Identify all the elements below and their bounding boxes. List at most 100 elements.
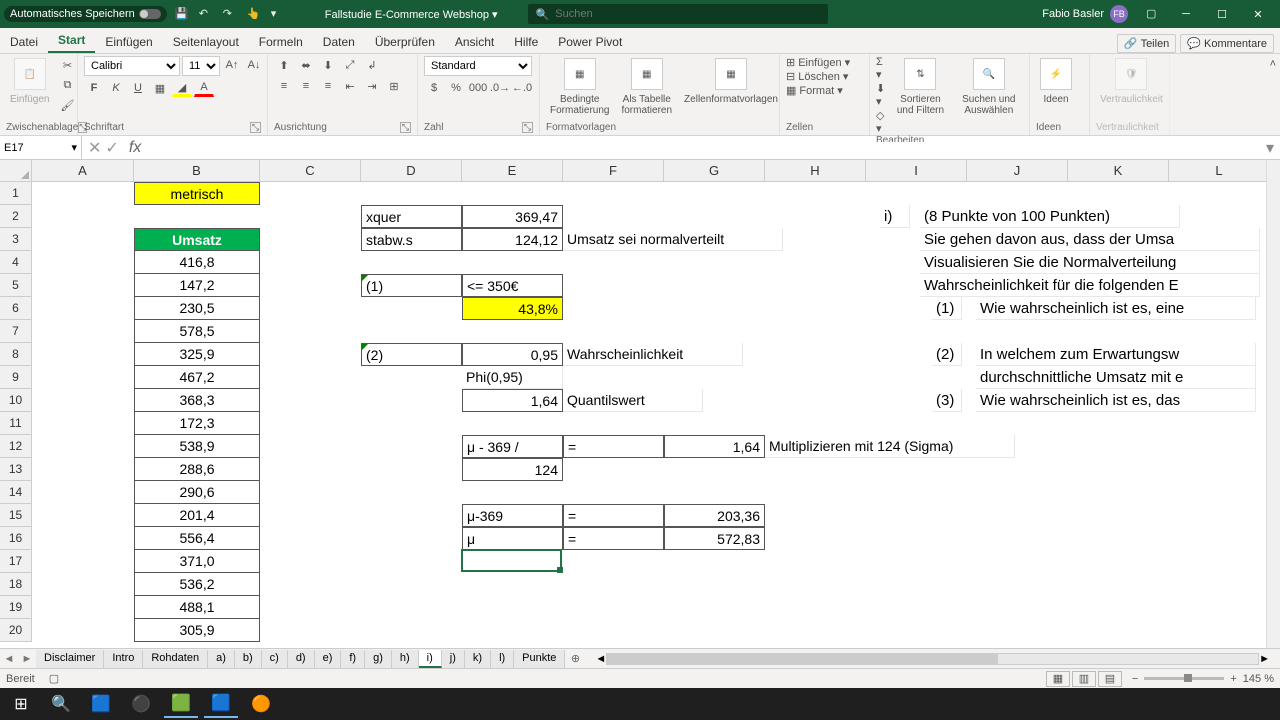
- format-as-table-button[interactable]: ▦Als Tabelle formatieren: [617, 56, 676, 118]
- comma-icon[interactable]: 000: [468, 79, 488, 97]
- font-color-icon[interactable]: A: [194, 79, 214, 97]
- row-header-17[interactable]: 17: [0, 550, 32, 573]
- normal-view-button[interactable]: ▦: [1046, 671, 1070, 687]
- taskbar-app-1[interactable]: 🟦: [84, 690, 118, 718]
- font-name-select[interactable]: Calibri: [84, 56, 180, 76]
- sheet-tab-Disclaimer[interactable]: Disclaimer: [36, 650, 104, 668]
- sheet-tab-g)[interactable]: g): [365, 650, 392, 668]
- sheet-tab-c)[interactable]: c): [262, 650, 288, 668]
- cell-F8[interactable]: Wahrscheinlichkeit: [563, 343, 743, 366]
- zoom-level[interactable]: 145 %: [1243, 673, 1274, 685]
- cell-B20[interactable]: 305,9: [134, 619, 260, 642]
- cell-B8[interactable]: 325,9: [134, 343, 260, 366]
- tab-formulas[interactable]: Formeln: [249, 31, 313, 53]
- dropdown-icon[interactable]: ▾: [271, 7, 285, 21]
- cell-E9[interactable]: Phi(0,95): [462, 366, 563, 389]
- cell-B5[interactable]: 147,2: [134, 274, 260, 297]
- tab-review[interactable]: Überprüfen: [365, 31, 445, 53]
- cell-B12[interactable]: 538,9: [134, 435, 260, 458]
- format-painter-icon[interactable]: 🖌: [57, 96, 77, 114]
- share-button[interactable]: 🔗 Teilen: [1117, 34, 1176, 53]
- autosave-toggle[interactable]: Automatisches Speichern: [4, 6, 167, 22]
- cell-G12[interactable]: 1,64: [664, 435, 765, 458]
- add-sheet-button[interactable]: ⊕: [565, 652, 585, 665]
- taskbar-firefox-icon[interactable]: 🟠: [244, 690, 278, 718]
- cell-B14[interactable]: 290,6: [134, 481, 260, 504]
- wrap-text-icon[interactable]: ↲: [362, 56, 382, 74]
- percent-icon[interactable]: %: [446, 79, 466, 97]
- increase-decimal-icon[interactable]: .0→: [490, 79, 510, 97]
- row-header-18[interactable]: 18: [0, 573, 32, 596]
- row-header-20[interactable]: 20: [0, 619, 32, 642]
- sheet-tab-h)[interactable]: h): [392, 650, 419, 668]
- sheet-tab-a)[interactable]: a): [208, 650, 235, 668]
- cell-H12[interactable]: Multiplizieren mit 124 (Sigma): [765, 435, 1015, 458]
- decrease-decimal-icon[interactable]: ←.0: [512, 79, 532, 97]
- cell-E6[interactable]: 43,8%: [462, 297, 563, 320]
- cell-E5[interactable]: <= 350€: [462, 274, 563, 297]
- row-header-15[interactable]: 15: [0, 504, 32, 527]
- tab-data[interactable]: Daten: [313, 31, 365, 53]
- col-header-C[interactable]: C: [260, 160, 361, 182]
- col-header-H[interactable]: H: [765, 160, 866, 182]
- row-header-14[interactable]: 14: [0, 481, 32, 504]
- col-header-J[interactable]: J: [967, 160, 1068, 182]
- sheet-tab-Intro[interactable]: Intro: [104, 650, 143, 668]
- undo-icon[interactable]: ↶: [199, 7, 213, 21]
- page-layout-view-button[interactable]: ▥: [1072, 671, 1096, 687]
- zoom-slider[interactable]: [1144, 677, 1224, 680]
- col-header-A[interactable]: A: [32, 160, 134, 182]
- ideas-button[interactable]: ⚡Ideen: [1036, 56, 1076, 107]
- account-button[interactable]: Fabio Basler FB: [1042, 5, 1128, 23]
- taskbar-app-2[interactable]: ⚫: [124, 690, 158, 718]
- col-header-B[interactable]: B: [134, 160, 260, 182]
- sort-filter-button[interactable]: ⇅Sortieren und Filtern: [890, 56, 950, 118]
- expand-formula-icon[interactable]: ▾: [1260, 138, 1280, 158]
- zoom-out-button[interactable]: −: [1132, 673, 1138, 685]
- cell-B1[interactable]: metrisch: [134, 182, 260, 205]
- page-break-view-button[interactable]: ▤: [1098, 671, 1122, 687]
- touch-icon[interactable]: 👆: [247, 7, 261, 21]
- tab-home[interactable]: Start: [48, 29, 95, 53]
- cell-D3[interactable]: stabw.s: [361, 228, 462, 251]
- fill-icon[interactable]: ⬇ ▾: [876, 82, 886, 108]
- cell-E12[interactable]: μ - 369 /: [462, 435, 563, 458]
- column-headers[interactable]: ABCDEFGHIJKL: [32, 160, 1270, 182]
- cell-F3[interactable]: Umsatz sei normalverteilt: [563, 228, 783, 251]
- name-box-input[interactable]: [4, 142, 71, 154]
- align-left-icon[interactable]: ≡: [274, 77, 294, 95]
- row-header-13[interactable]: 13: [0, 458, 32, 481]
- find-select-button[interactable]: 🔍Suchen und Auswählen: [955, 56, 1023, 118]
- row-header-8[interactable]: 8: [0, 343, 32, 366]
- align-top-icon[interactable]: ⬆: [274, 56, 294, 74]
- spreadsheet-grid[interactable]: ABCDEFGHIJKL 123456789101112131415161718…: [0, 160, 1280, 648]
- minimize-button[interactable]: ─: [1168, 0, 1204, 28]
- italic-icon[interactable]: K: [106, 79, 126, 97]
- sheet-tab-l)[interactable]: l): [491, 650, 514, 668]
- formula-input[interactable]: [145, 142, 1260, 154]
- row-header-5[interactable]: 5: [0, 274, 32, 297]
- comments-button[interactable]: 💬 Kommentare: [1180, 34, 1274, 53]
- cut-icon[interactable]: ✂: [57, 56, 77, 74]
- cell-F15[interactable]: =: [563, 504, 664, 527]
- cell-E13[interactable]: 124: [462, 458, 563, 481]
- row-headers[interactable]: 1234567891011121314151617181920: [0, 182, 32, 642]
- tab-power-pivot[interactable]: Power Pivot: [548, 31, 632, 53]
- sheet-tab-Punkte[interactable]: Punkte: [514, 650, 565, 668]
- cell-D2[interactable]: xquer: [361, 205, 462, 228]
- orientation-icon[interactable]: ⤢: [340, 56, 360, 74]
- cell-B7[interactable]: 578,5: [134, 320, 260, 343]
- row-header-6[interactable]: 6: [0, 297, 32, 320]
- cell-E10[interactable]: 1,64: [462, 389, 563, 412]
- cell-E3[interactable]: 124,12: [462, 228, 563, 251]
- font-size-select[interactable]: 11: [182, 56, 220, 76]
- cell-F12[interactable]: =: [563, 435, 664, 458]
- cell-B19[interactable]: 488,1: [134, 596, 260, 619]
- maximize-button[interactable]: ☐: [1204, 0, 1240, 28]
- taskbar-excel-icon[interactable]: 🟩: [164, 690, 198, 718]
- start-button[interactable]: ⊞: [4, 690, 38, 718]
- sheet-tab-k)[interactable]: k): [465, 650, 491, 668]
- cell-B18[interactable]: 536,2: [134, 573, 260, 596]
- horizontal-scrollbar[interactable]: ◄►: [595, 653, 1270, 665]
- redo-icon[interactable]: ↷: [223, 7, 237, 21]
